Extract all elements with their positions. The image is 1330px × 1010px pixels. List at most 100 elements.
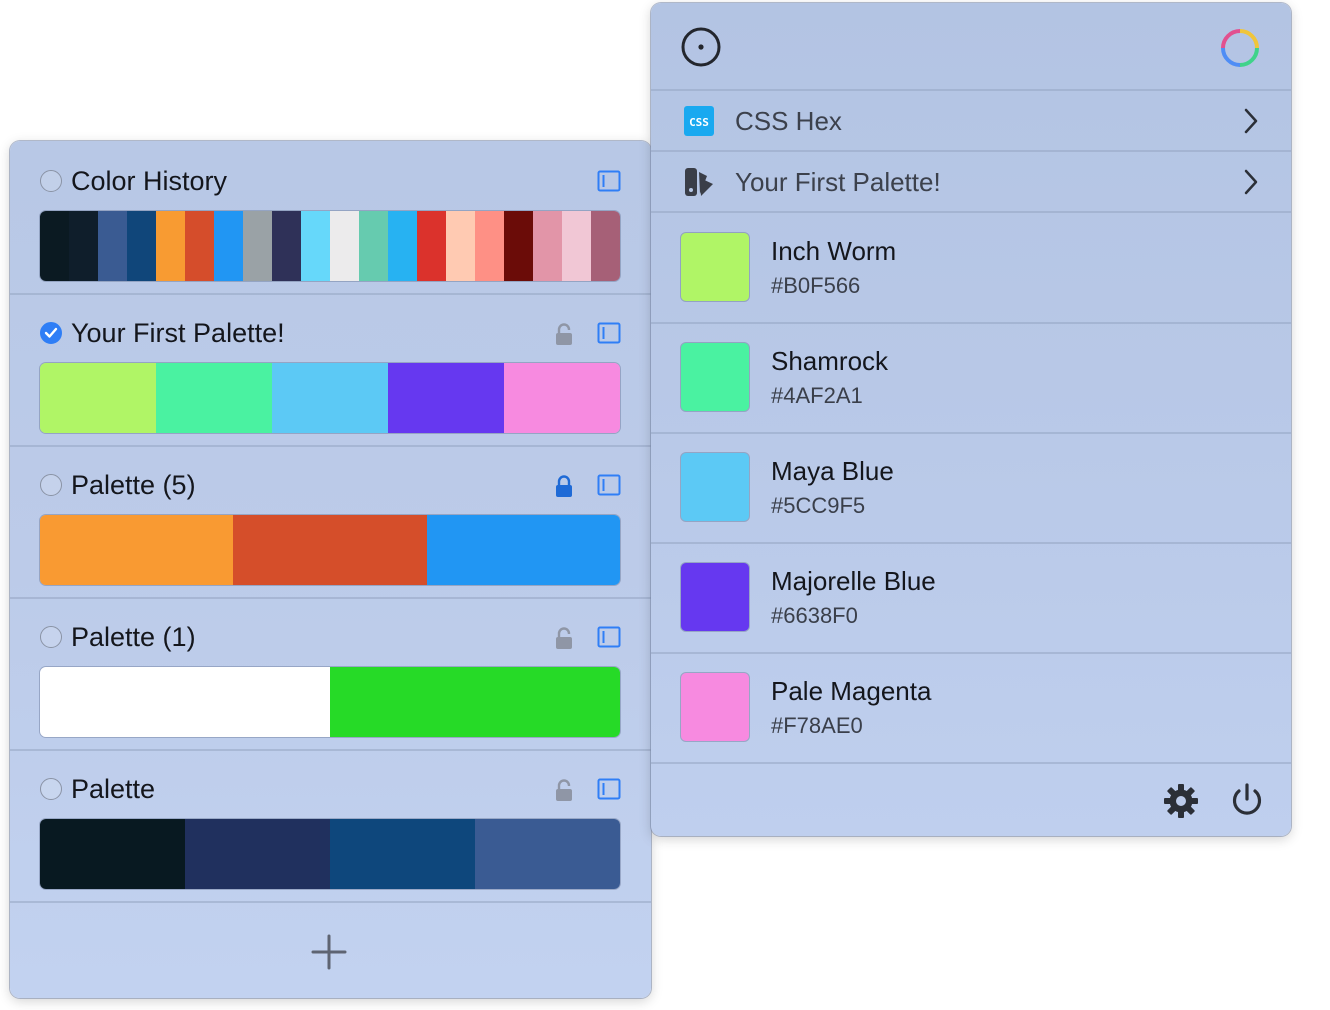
color-swatch[interactable] (504, 211, 533, 281)
palette-swatches[interactable] (40, 211, 620, 281)
palette-header: Palette (5) (40, 467, 630, 503)
color-swatch[interactable] (475, 819, 620, 889)
palette-swatches[interactable] (40, 667, 620, 737)
color-chip (681, 343, 749, 411)
color-swatch[interactable] (243, 211, 272, 281)
color-swatch[interactable] (156, 363, 272, 433)
sidebar-toggle-icon[interactable] (597, 474, 621, 496)
radio-button[interactable] (40, 626, 62, 648)
chevron-right-icon (1243, 168, 1259, 196)
color-chip (681, 233, 749, 301)
palette-header: Color History (40, 163, 630, 199)
color-swatch[interactable] (533, 211, 562, 281)
swatchbook-icon (683, 166, 715, 198)
color-swatch[interactable] (40, 363, 156, 433)
color-swatch[interactable] (185, 819, 330, 889)
color-picker-icon[interactable] (680, 26, 722, 68)
palette-row[interactable]: Your First Palette! (651, 152, 1291, 213)
format-row[interactable]: CSS CSS Hex (651, 91, 1291, 152)
palette-section[interactable]: Color History (10, 141, 651, 295)
color-swatch[interactable] (504, 363, 620, 433)
color-list-item[interactable]: Shamrock #4AF2A1 (651, 323, 1291, 434)
color-chip (681, 673, 749, 741)
color-chip (681, 563, 749, 631)
sidebar-toggle-icon[interactable] (597, 778, 621, 800)
palette-title: Color History (71, 166, 228, 196)
format-label: CSS Hex (735, 106, 842, 136)
css-icon: CSS (683, 105, 715, 137)
palette-section[interactable]: Palette (10, 749, 651, 903)
color-swatch[interactable] (446, 211, 475, 281)
palette-section[interactable]: Palette (1) (10, 597, 651, 751)
palette-title: Palette (5) (71, 470, 196, 500)
sidebar-toggle-icon[interactable] (597, 170, 621, 192)
lock-open-icon[interactable] (554, 626, 574, 650)
color-swatch[interactable] (301, 211, 330, 281)
color-swatch[interactable] (330, 819, 475, 889)
color-swatch[interactable] (214, 211, 243, 281)
color-swatch[interactable] (156, 211, 185, 281)
palette-swatches[interactable] (40, 819, 620, 889)
palette-title: Your First Palette! (71, 318, 285, 348)
color-swatch[interactable] (127, 211, 156, 281)
palette-header: Your First Palette! (40, 315, 630, 351)
lock-open-icon[interactable] (554, 322, 574, 346)
lock-open-icon[interactable] (554, 778, 574, 802)
palette-title: Palette (71, 774, 156, 804)
color-swatch[interactable] (562, 211, 591, 281)
color-list-item[interactable]: Inch Worm #B0F566 (651, 213, 1291, 324)
color-hex-value: #4AF2A1 (771, 383, 863, 408)
lock-closed-icon[interactable] (554, 474, 574, 498)
sidebar-toggle-icon[interactable] (597, 626, 621, 648)
color-picker-panel: CSS CSS Hex Your First Palette! Inch Wor… (651, 3, 1291, 836)
color-swatch[interactable] (40, 211, 69, 281)
color-swatch[interactable] (388, 211, 417, 281)
palette-title: Palette (1) (71, 622, 196, 652)
color-swatch[interactable] (591, 211, 620, 281)
chevron-right-icon (1243, 107, 1259, 135)
color-list-item[interactable]: Pale Magenta #F78AE0 (651, 653, 1291, 764)
color-list-item[interactable]: Maya Blue #5CC9F5 (651, 433, 1291, 544)
color-swatch[interactable] (185, 211, 214, 281)
color-swatch[interactable] (388, 363, 504, 433)
color-swatch[interactable] (272, 363, 388, 433)
sidebar-toggle-icon[interactable] (597, 322, 621, 344)
radio-button[interactable] (40, 778, 62, 800)
color-hex-value: #F78AE0 (771, 713, 863, 738)
power-icon[interactable] (1229, 782, 1265, 818)
palette-section[interactable]: Palette (5) (10, 445, 651, 599)
color-hex-value: #6638F0 (771, 603, 858, 628)
color-name: Majorelle Blue (771, 566, 936, 596)
gear-icon[interactable] (1163, 783, 1199, 819)
color-chip (681, 453, 749, 521)
palette-label: Your First Palette! (735, 167, 941, 197)
plus-icon (311, 934, 347, 970)
color-swatch[interactable] (98, 211, 127, 281)
radio-button[interactable] (40, 170, 62, 192)
add-palette-button[interactable] (308, 931, 350, 973)
color-swatch[interactable] (69, 211, 98, 281)
color-swatch[interactable] (272, 211, 301, 281)
color-list-item[interactable]: Majorelle Blue #6638F0 (651, 543, 1291, 654)
color-wheel-icon[interactable] (1219, 27, 1261, 69)
color-swatch[interactable] (417, 211, 446, 281)
palette-header: Palette (1) (40, 619, 630, 655)
color-swatch[interactable] (233, 515, 427, 585)
color-name: Maya Blue (771, 456, 894, 486)
radio-button[interactable] (40, 474, 62, 496)
palette-section[interactable]: Your First Palette! (10, 293, 651, 447)
palette-swatches[interactable] (40, 515, 620, 585)
color-swatch[interactable] (40, 667, 330, 737)
checkmark-icon[interactable] (40, 322, 62, 344)
color-swatch[interactable] (359, 211, 388, 281)
palette-swatches[interactable] (40, 363, 620, 433)
palette-header: Palette (40, 771, 630, 807)
color-swatch[interactable] (330, 211, 359, 281)
color-swatch[interactable] (330, 667, 620, 737)
color-hex-value: #5CC9F5 (771, 493, 866, 518)
color-swatch[interactable] (40, 819, 185, 889)
color-swatch[interactable] (426, 515, 620, 585)
color-name: Pale Magenta (771, 676, 932, 706)
color-swatch[interactable] (475, 211, 504, 281)
color-swatch[interactable] (40, 515, 234, 585)
